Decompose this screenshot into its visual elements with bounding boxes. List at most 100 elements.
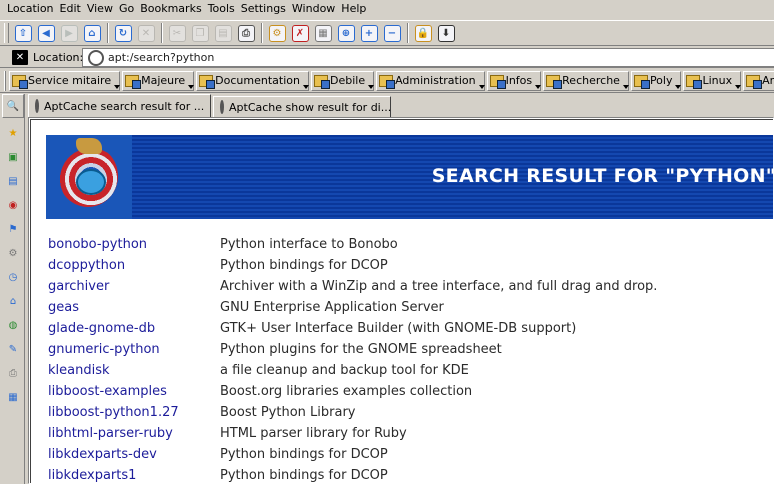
menu-help[interactable]: Help (338, 0, 369, 18)
package-link[interactable]: kleandisk (31, 363, 220, 378)
result-row: glade-gnome-db GTK+ User Interface Builde… (31, 318, 773, 339)
sidebar-services-icon: ⚑ (8, 223, 18, 235)
bookmark-folder-icon (633, 74, 650, 89)
toolbar-separator (107, 23, 109, 43)
sidebar-devices-button[interactable]: ⚙ (2, 242, 24, 264)
package-link[interactable]: bonobo-python (31, 237, 220, 252)
toolbar-separator (407, 23, 409, 43)
dropdown-arrow-icon (478, 84, 485, 89)
bookmark-folder-animes[interactable]: Animes (743, 70, 774, 91)
clear-location-icon[interactable]: ✕ (12, 49, 28, 65)
download-button[interactable]: ⬇ (435, 22, 457, 44)
package-description: GNU Enterprise Application Server (220, 300, 444, 315)
tab-2[interactable]: AptCache show result for di... (213, 96, 391, 117)
sidebar-search-button[interactable]: 🔍 (2, 94, 24, 118)
result-row: libboost-python1.27 Boost Python Library (31, 402, 773, 423)
forward-button[interactable]: ▶ (58, 22, 80, 44)
paste-button[interactable]: ▤ (212, 22, 234, 44)
package-link[interactable]: geas (31, 300, 220, 315)
security-button[interactable]: ⚙ (266, 22, 288, 44)
sidebar-print-button[interactable]: ⎙ (2, 362, 24, 384)
package-description: a file cleanup and backup tool for KDE (220, 363, 469, 378)
bookmark-folder-service-mitaire[interactable]: Service mitaire (9, 70, 121, 91)
result-banner: SEARCH RESULT FOR "PYTHON" (46, 135, 774, 219)
back-button[interactable]: ◀ (35, 22, 57, 44)
bookmark-folder-label: Poly (649, 74, 673, 87)
banner-title: SEARCH RESULT FOR "PYTHON" (431, 165, 774, 187)
bookmark-folder-poly[interactable]: Poly (630, 70, 682, 91)
page-viewport[interactable]: SEARCH RESULT FOR "PYTHON" bonobo-python… (30, 119, 774, 483)
package-description: HTML parser library for Ruby (220, 426, 407, 441)
page-content: SEARCH RESULT FOR "PYTHON" bonobo-python… (28, 117, 774, 484)
sidebar-home-button[interactable]: ⌂ (2, 290, 24, 312)
menu-bookmarks[interactable]: Bookmarks (137, 0, 204, 18)
package-link[interactable]: libkdexparts-dev (31, 447, 220, 462)
sidebar-sheet-button[interactable]: ▦ (2, 386, 24, 408)
menu-location[interactable]: Location (3, 0, 57, 18)
clear-history-button[interactable]: ✗ (289, 22, 311, 44)
package-link[interactable]: glade-gnome-db (31, 321, 220, 336)
tab-bar: AptCache search result for ... AptCache s… (28, 94, 774, 117)
sidebar-search-icon: 🔍 (6, 100, 20, 112)
package-link[interactable]: libhtml-parser-ruby (31, 426, 220, 441)
copy-button[interactable]: ❐ (189, 22, 211, 44)
lock-button[interactable]: 🔒 (412, 22, 434, 44)
sidebar-services-button[interactable]: ⚑ (2, 218, 24, 240)
print-button[interactable]: ⎙ (235, 22, 257, 44)
sidebar-audio-button[interactable]: ◉ (2, 194, 24, 216)
home-button[interactable]: ⌂ (81, 22, 103, 44)
bookmark-folder-debile[interactable]: Debile (310, 70, 375, 91)
package-link[interactable]: libboost-python1.27 (31, 405, 220, 420)
location-field[interactable] (82, 48, 774, 67)
stop-button[interactable]: ✕ (135, 22, 157, 44)
bookmark-folder-documentation[interactable]: Documentation (196, 70, 309, 91)
bookmark-folder-linux[interactable]: Linux (683, 70, 742, 91)
bookmark-folder-label: Majeure (141, 74, 186, 87)
menu-tools[interactable]: Tools (205, 0, 238, 18)
menu-go[interactable]: Go (116, 0, 137, 18)
sidebar-media-button[interactable]: ▣ (2, 146, 24, 168)
toolbar-grip[interactable] (4, 23, 9, 43)
security-icon: ⚙ (268, 24, 286, 42)
sidebar-clock-button[interactable]: ◷ (2, 266, 24, 288)
sidebar-history-button[interactable]: ▤ (2, 170, 24, 192)
result-row: dcoppython Python bindings for DCOP (31, 255, 773, 276)
bookmark-folder-recherche[interactable]: Recherche (543, 70, 629, 91)
package-link[interactable]: libkdexparts1 (31, 468, 220, 483)
toolbar-separator (161, 23, 163, 43)
print-frame-button[interactable]: ▦ (312, 22, 334, 44)
bookmark-folder-icon (746, 74, 763, 89)
bookmark-toolbar-grip[interactable] (4, 70, 6, 91)
bookmark-folder-administration[interactable]: Administration (376, 70, 485, 91)
package-link[interactable]: libboost-examples (31, 384, 220, 399)
menu-view[interactable]: View (84, 0, 116, 18)
zoom-out-button[interactable]: − (381, 22, 403, 44)
cut-button[interactable]: ✂ (166, 22, 188, 44)
sidebar-notes-button[interactable]: ✎ (2, 338, 24, 360)
package-description: Python bindings for DCOP (220, 447, 388, 462)
result-row: libhtml-parser-ruby HTML parser library f… (31, 423, 773, 444)
menu-edit[interactable]: Edit (57, 0, 84, 18)
sidebar-network-button[interactable]: ◍ (2, 314, 24, 336)
cut-icon: ✂ (168, 24, 186, 42)
tab-page-icon (35, 99, 39, 113)
sidebar-bookmarks-button[interactable]: ★ (2, 122, 24, 144)
zoom-in-button[interactable]: + (358, 22, 380, 44)
zoom-fit-button[interactable]: ⊕ (335, 22, 357, 44)
tab-page-icon (220, 100, 224, 114)
up-button[interactable]: ⇧ (12, 22, 34, 44)
dropdown-arrow-icon (535, 84, 542, 89)
menu-window[interactable]: Window (289, 0, 338, 18)
reload-button[interactable]: ↻ (112, 22, 134, 44)
url-scheme-icon (88, 49, 104, 66)
package-link[interactable]: garchiver (31, 279, 220, 294)
bookmark-folder-infos[interactable]: Infos (486, 70, 542, 91)
bookmark-folder-label: Animes (762, 74, 774, 87)
location-input[interactable] (108, 51, 708, 64)
main-toolbar: ⇧ ◀ ▶ ⌂ ↻ ✕ ✂ ❐ ▤ ⎙ ⚙ ✗ ▦ ⊕ + − 🔒 ⬇ (0, 20, 774, 46)
package-link[interactable]: gnumeric-python (31, 342, 220, 357)
package-link[interactable]: dcoppython (31, 258, 220, 273)
tab-1[interactable]: AptCache search result for ... (28, 94, 211, 117)
menu-settings[interactable]: Settings (238, 0, 289, 18)
bookmark-folder-majeure[interactable]: Majeure (122, 70, 195, 91)
